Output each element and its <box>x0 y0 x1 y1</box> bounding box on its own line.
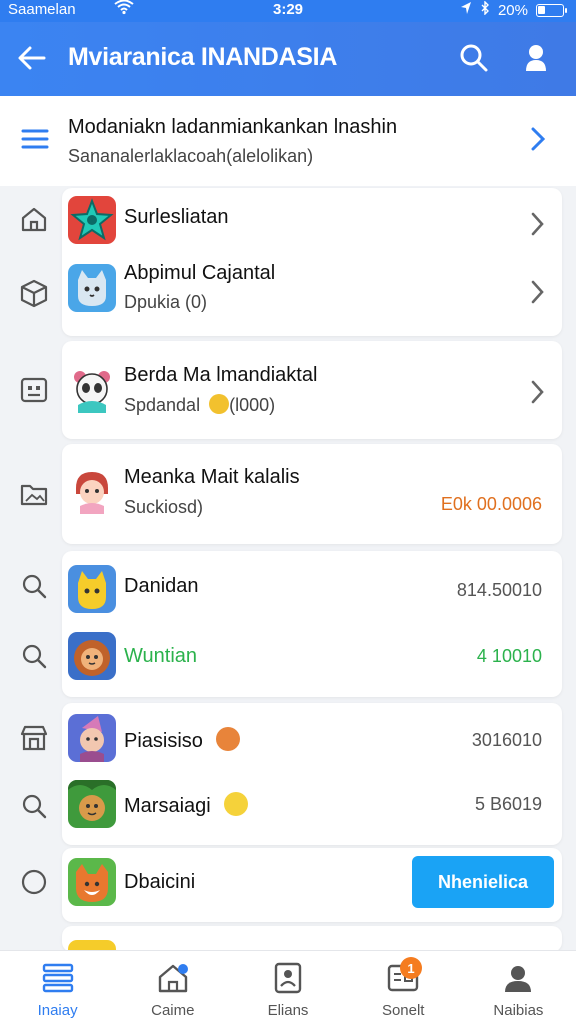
row-title: Abpimul Cajantal <box>124 262 276 284</box>
app-bar: Mviaranica INANDASIA <box>0 22 576 96</box>
status-bar: Saamelan 3:29 20% <box>0 0 576 22</box>
nav-label: Naibias <box>493 1002 544 1019</box>
menu-icon[interactable] <box>20 124 50 154</box>
card-group-2 <box>62 341 562 439</box>
row-value: 4 10010 <box>476 646 542 666</box>
yellow-cat-icon <box>68 565 116 613</box>
header-title: Modaniakn ladanmiankankan lnashin <box>68 116 398 138</box>
notification-badge: 1 <box>400 957 422 979</box>
search-icon <box>18 640 50 672</box>
home-icon <box>156 961 190 995</box>
row-title: Berda Ma lmandiaktal <box>124 364 318 386</box>
location-icon <box>460 1 472 19</box>
search-icon <box>18 570 50 602</box>
row-subtitle: Spdandal (l000) <box>124 394 276 415</box>
row-value: 814.50010 <box>456 580 542 600</box>
nav-tab-caime[interactable]: Caime <box>115 951 230 1024</box>
nav-label: Inaiay <box>37 1002 78 1019</box>
girl-avatar-icon <box>68 714 116 762</box>
row-subtitle: Suckiosd) <box>124 497 204 517</box>
coin-icon <box>209 394 230 414</box>
chevron-right-icon[interactable] <box>526 278 548 306</box>
panda-icon <box>68 367 116 415</box>
bluetooth-icon <box>480 0 490 19</box>
nav-label: Sonelt <box>381 1002 425 1019</box>
row-title: Wuntian <box>124 645 198 667</box>
house-icon <box>18 203 50 235</box>
battery-percent: 20% <box>497 1 528 19</box>
emoji-icon <box>216 727 241 751</box>
page-title: Mviaranica INANDASIA <box>68 43 338 71</box>
nav-label: Elians <box>267 1002 309 1019</box>
nav-tab-inaiay[interactable]: Inaiay <box>0 951 115 1024</box>
id-card-icon <box>18 374 50 406</box>
chevron-right-icon[interactable] <box>526 210 548 238</box>
profile-icon <box>501 961 535 995</box>
fox-icon <box>68 858 116 906</box>
box-icon <box>18 277 50 309</box>
smiley-icon <box>224 792 249 816</box>
star-app-icon <box>68 196 116 244</box>
chevron-right-icon[interactable] <box>526 378 548 406</box>
header-summary-row[interactable]: Modaniakn ladanmiankankan lnashin Sanana… <box>0 96 576 186</box>
row-title: Piasisiso <box>124 727 241 753</box>
card-group-4 <box>62 551 562 697</box>
nav-tab-elians[interactable]: Elians <box>230 951 345 1024</box>
row-title: Dbaicini <box>124 871 196 893</box>
store-icon <box>18 722 50 754</box>
action-button[interactable]: Nhenielica <box>412 856 554 908</box>
search-icon[interactable] <box>456 40 492 76</box>
row-title: Marsaiagi <box>124 792 249 818</box>
doll-icon <box>68 468 116 516</box>
chevron-right-icon[interactable] <box>524 124 552 154</box>
battery-icon <box>536 3 567 17</box>
row-value: 3016010 <box>471 730 542 750</box>
list-icon <box>41 961 75 995</box>
contact-card-icon <box>271 961 305 995</box>
header-subtitle: Sananalerlaklacoah(alelolikan) <box>68 146 314 166</box>
bottom-navigation: Inaiay Caime Elians Sonelt Naibias <box>0 950 576 1024</box>
cat-app-icon <box>68 264 116 312</box>
row-value: E0k 00.0006 <box>440 494 542 514</box>
jungle-icon <box>68 780 116 828</box>
circle-icon[interactable] <box>18 866 50 898</box>
row-title: Danidan <box>124 575 199 597</box>
user-icon[interactable] <box>518 40 554 76</box>
row-title: Surlesliatan <box>124 206 229 228</box>
back-arrow-icon[interactable] <box>14 40 50 76</box>
search-icon <box>18 790 50 822</box>
nav-tab-naibias[interactable]: Naibias <box>461 951 576 1024</box>
card-group-5 <box>62 703 562 845</box>
row-subtitle: Dpukia (0) <box>124 292 208 312</box>
lion-icon <box>68 632 116 680</box>
card-group-7 <box>62 926 562 952</box>
row-value: 5 B6019 <box>474 794 542 814</box>
nav-label: Caime <box>151 1002 195 1019</box>
folder-image-icon <box>18 478 50 510</box>
row-title: Meanka Mait kalalis <box>124 466 300 488</box>
